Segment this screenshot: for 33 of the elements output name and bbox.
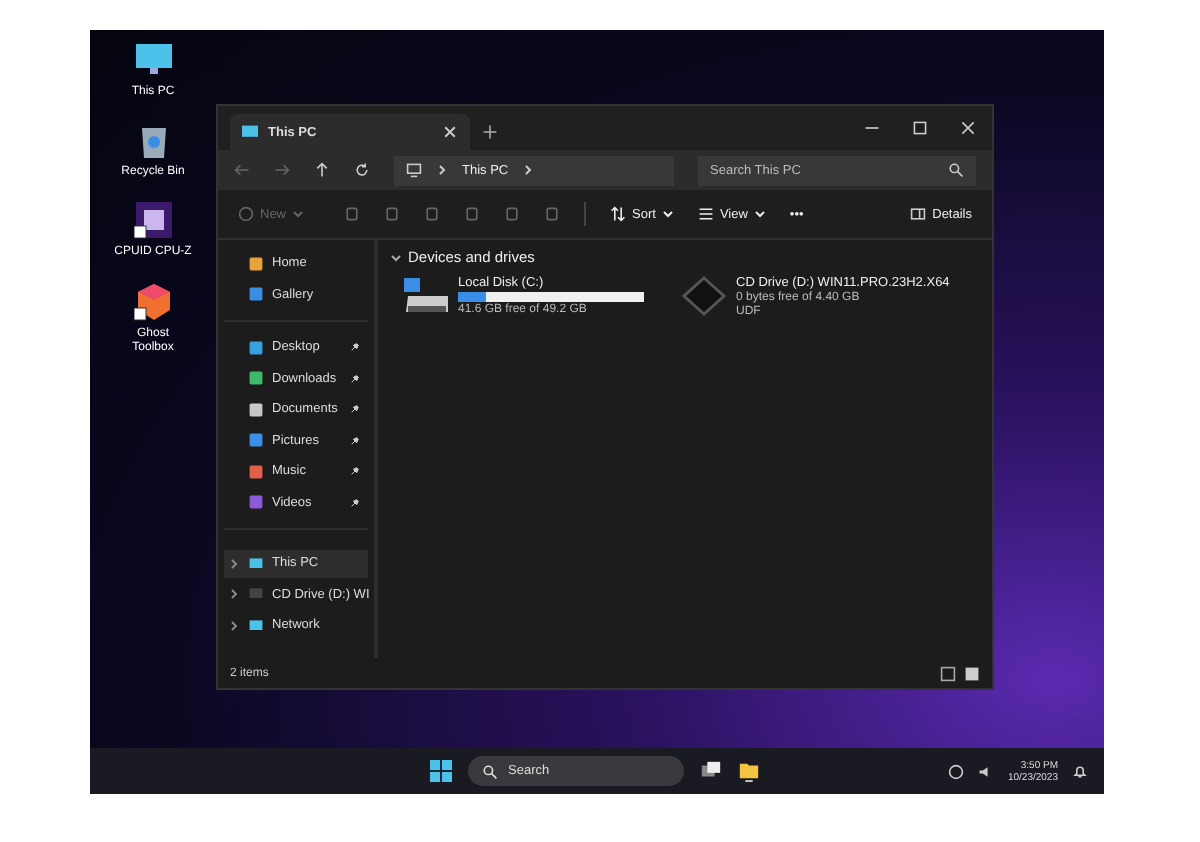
- task-view-icon[interactable]: [700, 760, 722, 782]
- caret-icon: [661, 208, 674, 220]
- close-icon[interactable]: [442, 124, 458, 140]
- details-view-icon[interactable]: [940, 665, 956, 681]
- close-icon[interactable]: [960, 120, 976, 136]
- monitor-icon: [406, 162, 422, 178]
- caret-icon: [753, 208, 766, 220]
- chevron-right-icon: [436, 164, 448, 176]
- monitor-icon: [242, 124, 258, 140]
- cube-icon[interactable]: [133, 281, 173, 322]
- speaker-icon[interactable]: [977, 763, 994, 779]
- search-icon: [948, 162, 964, 178]
- up-arrow-icon[interactable]: [314, 162, 330, 178]
- maximize-icon[interactable]: [912, 120, 928, 136]
- panel-icon: [910, 206, 927, 222]
- hard-drive-icon: [402, 276, 450, 316]
- monitor-icon: [248, 555, 264, 572]
- chevron-right-icon[interactable]: [522, 164, 535, 176]
- disc-drive-icon: [680, 276, 728, 316]
- chevron-right-icon[interactable]: [228, 619, 240, 632]
- chevron-right-icon[interactable]: [228, 588, 240, 601]
- bell-icon[interactable]: [1072, 763, 1088, 779]
- monitor-icon[interactable]: [133, 40, 173, 80]
- search-icon: [482, 763, 498, 779]
- windows-logo-icon[interactable]: [430, 760, 452, 782]
- new-tab-icon[interactable]: [482, 124, 498, 140]
- chevron-right-icon[interactable]: [228, 557, 240, 570]
- list-icon: [697, 206, 714, 222]
- refresh-icon[interactable]: [354, 162, 370, 178]
- tiles-view-icon[interactable]: [964, 665, 980, 681]
- caret-icon: [292, 208, 305, 220]
- chip-icon[interactable]: [133, 200, 173, 241]
- sort-icon: [610, 206, 627, 222]
